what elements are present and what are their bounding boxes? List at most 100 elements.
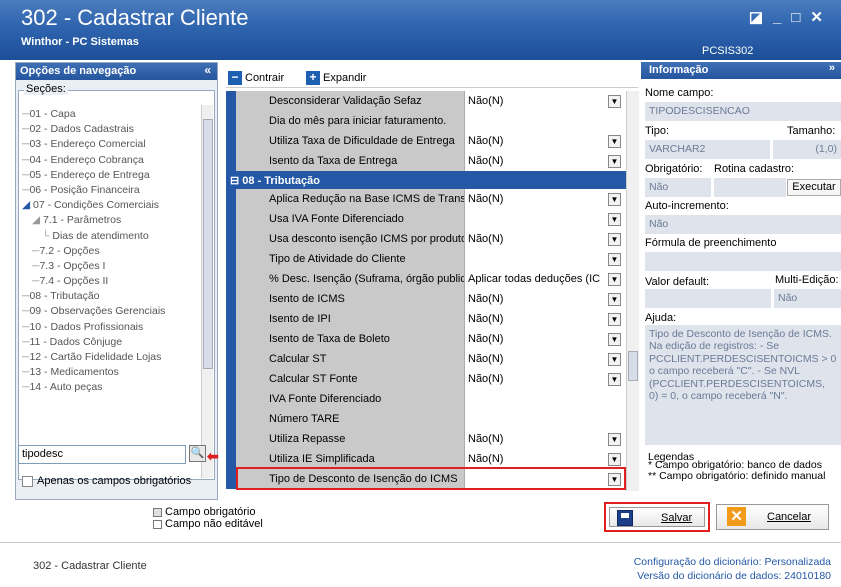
property-value[interactable]: Não(N) — [464, 449, 626, 469]
field-name-label: Nome campo: — [645, 87, 714, 99]
property-row: % Desc. Isenção (Suframa, órgão publico A… — [226, 269, 626, 289]
property-row: Calcular ST Não(N) ▼ — [226, 349, 626, 369]
collapse-panel-icon[interactable]: « — [204, 63, 211, 77]
group-header-tributacao[interactable]: ⊟ 08 - Tributação — [226, 171, 626, 191]
property-value[interactable]: Não(N) — [464, 229, 626, 249]
property-value[interactable]: Não(N) — [464, 289, 626, 309]
tree-item[interactable]: ─11 - Dados Cônjuge — [22, 335, 212, 350]
tree-item[interactable]: ─03 - Endereço Comercial — [22, 137, 212, 152]
property-value[interactable] — [464, 249, 626, 269]
sections-box: Seções: ─01 - Capa ─02 - Dados Cadastrais… — [18, 83, 215, 480]
required-only-checkbox[interactable]: Apenas os campos obrigatórios — [22, 475, 191, 487]
property-value[interactable]: Não(N) — [464, 151, 626, 171]
grid-scrollbar[interactable] — [626, 91, 639, 491]
autoinc-label: Auto-incremento: — [645, 200, 729, 212]
navigation-header: Opções de navegação « — [16, 63, 217, 80]
help-text: Tipo de Desconto de Isenção de ICMS. Na … — [645, 325, 841, 445]
tree-item[interactable]: ─14 - Auto peças — [22, 380, 212, 395]
property-label: Utiliza Repasse — [236, 429, 464, 449]
property-label: Isento de ICMS — [236, 289, 464, 309]
collapse-button[interactable]: − Contrair — [228, 71, 284, 85]
property-row: Dia do mês para iniciar faturamento. — [226, 111, 626, 131]
routine-code: PCSIS302 — [702, 45, 754, 57]
required-label: Obrigatório: — [645, 163, 703, 175]
search-input[interactable]: tipodesc — [18, 445, 186, 464]
tree-item[interactable]: ─08 - Tributação — [22, 289, 212, 304]
dropdown-arrow-icon[interactable]: ▼ — [608, 193, 621, 206]
tree-item[interactable]: ─06 - Posição Financeira — [22, 183, 212, 198]
expand-button[interactable]: + Expandir — [306, 71, 366, 85]
dropdown-arrow-icon[interactable]: ▼ — [608, 155, 621, 168]
tree-item[interactable]: ◢ 7.1 - Parâmetros — [22, 213, 212, 228]
dropdown-arrow-icon[interactable]: ▼ — [608, 253, 621, 266]
routine-label: Rotina cadastro: — [714, 163, 795, 175]
property-value[interactable] — [464, 409, 626, 429]
property-label: Desconsiderar Validação Sefaz — [236, 91, 464, 111]
property-value[interactable]: Não(N) — [464, 329, 626, 349]
navigation-panel: Opções de navegação « Seções: ─01 - Capa… — [15, 62, 218, 500]
grid-toolbar: − Contrair + Expandir — [226, 68, 638, 88]
dropdown-arrow-icon[interactable]: ▼ — [608, 333, 621, 346]
tree-item[interactable]: ─7.2 - Opções — [22, 244, 212, 259]
tree-item[interactable]: ◢ 07 - Condições Comerciais — [22, 198, 212, 213]
size-label: Tamanho: — [787, 125, 836, 137]
dropdown-arrow-icon[interactable]: ▼ — [608, 233, 621, 246]
dropdown-arrow-icon[interactable]: ▼ — [608, 373, 621, 386]
tree-item[interactable]: ─02 - Dados Cadastrais — [22, 122, 212, 137]
property-row: Tipo de Atividade do Cliente ▼ — [226, 249, 626, 269]
property-value[interactable]: Não(N) — [464, 189, 626, 209]
property-row: Desconsiderar Validação Sefaz Não(N) ▼ — [226, 91, 626, 111]
property-value[interactable]: Aplicar todas deduções (IC — [464, 269, 626, 289]
cancel-button[interactable]: ✕ Cancelar — [716, 504, 829, 530]
property-value[interactable]: Não(N) — [464, 369, 626, 389]
dropdown-arrow-icon[interactable]: ▼ — [608, 95, 621, 108]
dropdown-arrow-icon[interactable]: ▼ — [608, 353, 621, 366]
search-icon[interactable]: 🔍 — [189, 445, 206, 462]
property-value[interactable]: Não(N) — [464, 131, 626, 151]
property-value[interactable]: Não(N) — [464, 349, 626, 369]
window-subtitle: Winthor - PC Sistemas — [21, 36, 139, 48]
property-row: Isento da Taxa de Entrega Não(N) ▼ — [226, 151, 626, 171]
tree-item[interactable]: ─01 - Capa — [22, 107, 212, 122]
dictionary-config: Configuração do dicionário: Personalizad… — [633, 556, 831, 568]
tree-item[interactable]: ─10 - Dados Profissionais — [22, 320, 212, 335]
dropdown-arrow-icon[interactable]: ▼ — [608, 273, 621, 286]
dropdown-arrow-icon[interactable]: ▼ — [608, 213, 621, 226]
type-label: Tipo: — [645, 125, 670, 137]
tree-item[interactable]: ─04 - Endereço Cobrança — [22, 153, 212, 168]
property-value[interactable]: Não(N) — [464, 309, 626, 329]
tree-item[interactable]: ─05 - Endereço de Entrega — [22, 168, 212, 183]
field-name-value: TIPODESCISENCAO — [645, 102, 841, 121]
property-label: Utiliza Taxa de Dificuldade de Entrega — [236, 131, 464, 151]
tree-item[interactable]: ─7.4 - Opções II — [22, 274, 212, 289]
property-row: Utiliza IE Simplificada Não(N) ▼ — [226, 449, 626, 469]
property-value[interactable]: Não(N) — [464, 91, 626, 111]
property-row: Isento de Taxa de Boleto Não(N) ▼ — [226, 329, 626, 349]
window-controls[interactable]: ◪_□✕ — [749, 8, 833, 26]
dropdown-arrow-icon[interactable]: ▼ — [608, 453, 621, 466]
dropdown-arrow-icon[interactable]: ▼ — [608, 293, 621, 306]
expand-panel-icon[interactable]: » — [829, 62, 835, 74]
sections-tree[interactable]: ─01 - Capa ─02 - Dados Cadastrais ─03 - En… — [22, 107, 212, 475]
property-row: Isento de ICMS Não(N) ▼ — [226, 289, 626, 309]
dropdown-arrow-icon[interactable]: ▼ — [608, 313, 621, 326]
tree-item[interactable]: ─13 - Medicamentos — [22, 365, 212, 380]
dropdown-arrow-icon[interactable]: ▼ — [608, 433, 621, 446]
property-value[interactable] — [464, 111, 626, 131]
dropdown-arrow-icon[interactable]: ▼ — [608, 135, 621, 148]
execute-button[interactable]: Executar — [787, 179, 841, 196]
tree-item[interactable]: └ Dias de atendimento — [22, 229, 212, 244]
tree-item[interactable]: ─12 - Cartão Fidelidade Lojas — [22, 350, 212, 365]
property-value[interactable] — [464, 209, 626, 229]
save-button[interactable]: Salvar — [609, 507, 705, 527]
property-value[interactable]: Não(N) — [464, 429, 626, 449]
tree-scrollbar[interactable] — [201, 105, 213, 478]
property-value[interactable] — [464, 389, 626, 409]
title-bar: 302 - Cadastrar Cliente Winthor - PC Sis… — [0, 0, 841, 60]
highlighted-row-frame — [236, 467, 626, 490]
property-row: Aplica Redução na Base ICMS de Transpo Nã… — [226, 189, 626, 209]
property-row: Utiliza Taxa de Dificuldade de Entrega Nã… — [226, 131, 626, 151]
multi-edit-label: Multi-Edição: — [775, 274, 839, 286]
tree-item[interactable]: ─7.3 - Opções I — [22, 259, 212, 274]
tree-item[interactable]: ─09 - Observações Gerenciais — [22, 304, 212, 319]
